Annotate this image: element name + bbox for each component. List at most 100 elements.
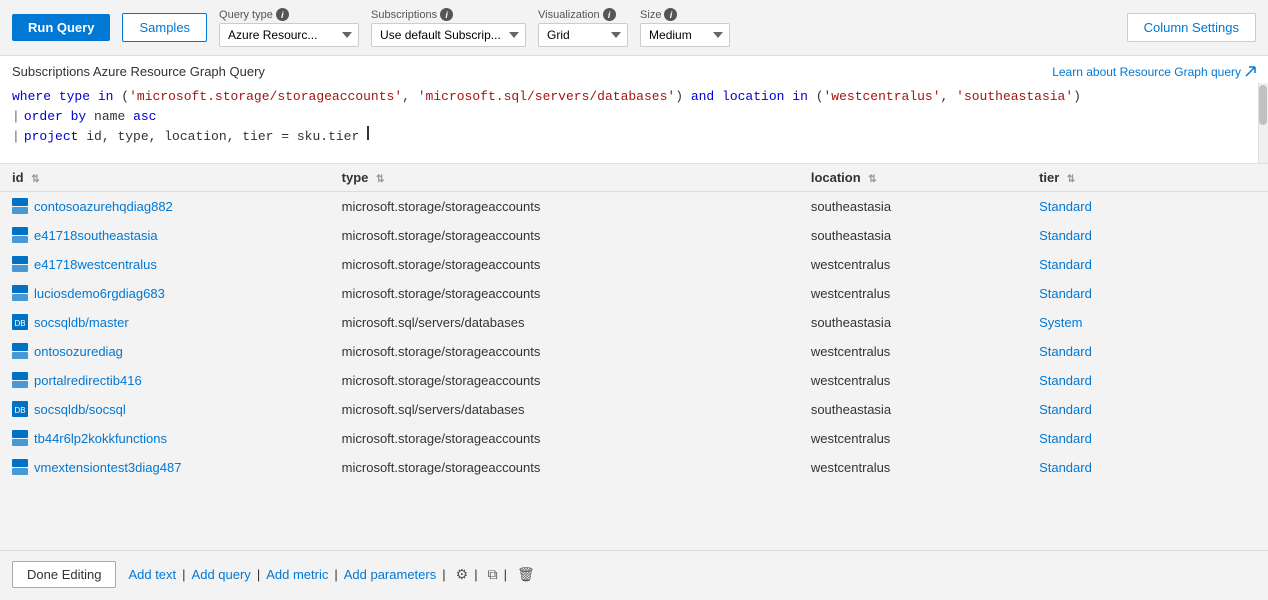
- add-metric-link[interactable]: Add metric: [266, 567, 328, 582]
- id-link[interactable]: ontosozurediag: [34, 344, 123, 359]
- delete-icon[interactable]: 🗑: [517, 566, 535, 583]
- run-query-button[interactable]: Run Query: [12, 14, 110, 41]
- table-row: vmextensiontest3diag487 microsoft.storage…: [0, 453, 1268, 482]
- column-settings-button[interactable]: Column Settings: [1127, 13, 1256, 42]
- sort-icon-id: ⇅: [31, 174, 39, 185]
- tier-cell: Standard: [1027, 395, 1268, 424]
- type-cell: microsoft.storage/storageaccounts: [330, 192, 799, 221]
- toolbar: Run Query Samples Query type i Azure Res…: [0, 0, 1268, 56]
- sort-icon-location: ⇅: [868, 174, 876, 185]
- table-row: DB socsqldb/socsql microsoft.sql/servers/d…: [0, 395, 1268, 424]
- size-label: Size i: [640, 8, 730, 21]
- size-info-icon[interactable]: i: [664, 8, 677, 21]
- storage-icon: [12, 227, 28, 243]
- external-link-icon: [1245, 66, 1256, 77]
- storage-icon: [12, 198, 28, 214]
- row-type-icon: [12, 459, 28, 475]
- tier-link[interactable]: Standard: [1039, 460, 1092, 475]
- done-editing-button[interactable]: Done Editing: [12, 561, 116, 588]
- sep-1: |: [182, 567, 185, 582]
- tier-link[interactable]: System: [1039, 315, 1082, 330]
- tier-link[interactable]: Standard: [1039, 228, 1092, 243]
- type-cell: microsoft.storage/storageaccounts: [330, 250, 799, 279]
- location-cell: westcentralus: [799, 453, 1027, 482]
- id-link[interactable]: contosoazurehqdiag882: [34, 199, 173, 214]
- type-cell: microsoft.storage/storageaccounts: [330, 221, 799, 250]
- row-type-icon: [12, 198, 28, 214]
- tier-link[interactable]: Standard: [1039, 199, 1092, 214]
- editor-scroll-thumb[interactable]: [1259, 85, 1267, 125]
- subscriptions-info-icon[interactable]: i: [440, 8, 453, 21]
- visualization-group: Visualization i Grid: [538, 8, 628, 47]
- col-header-location[interactable]: location ⇅: [799, 164, 1027, 192]
- code-line-2: | order by name asc: [12, 107, 1256, 127]
- tier-link[interactable]: Standard: [1039, 344, 1092, 359]
- sql-icon: DB: [12, 401, 28, 417]
- table-header: id ⇅ type ⇅ location ⇅ tier ⇅: [0, 164, 1268, 192]
- id-link[interactable]: luciosdemo6rgdiag683: [34, 286, 165, 301]
- add-text-link[interactable]: Add text: [128, 567, 176, 582]
- id-link[interactable]: tb44r6lp2kokkfunctions: [34, 431, 167, 446]
- tier-cell: Standard: [1027, 424, 1268, 453]
- type-cell: microsoft.storage/storageaccounts: [330, 279, 799, 308]
- row-type-icon: [12, 285, 28, 301]
- svg-text:DB: DB: [14, 319, 25, 328]
- editor-title: Subscriptions Azure Resource Graph Query: [12, 64, 265, 79]
- editor-header: Subscriptions Azure Resource Graph Query…: [0, 56, 1268, 83]
- sep-2: |: [257, 567, 260, 582]
- table-row: DBsocsqldb/mastermicrosoft.sql/servers/d…: [0, 308, 1268, 337]
- type-cell: microsoft.storage/storageaccounts: [330, 453, 799, 482]
- storage-icon: [12, 256, 28, 272]
- tier-cell: Standard: [1027, 279, 1268, 308]
- location-cell: westcentralus: [799, 337, 1027, 366]
- add-query-link[interactable]: Add query: [192, 567, 251, 582]
- tier-link[interactable]: Standard: [1039, 431, 1092, 446]
- table-row: contosoazurehqdiag882 microsoft.storage/s…: [0, 192, 1268, 221]
- editor-container: Subscriptions Azure Resource Graph Query…: [0, 56, 1268, 164]
- size-select[interactable]: Medium: [640, 23, 730, 47]
- id-link[interactable]: socsqldb/socsql: [34, 402, 126, 417]
- settings-icon[interactable]: ⚙: [456, 566, 469, 583]
- editor-scrollbar[interactable]: [1258, 83, 1268, 163]
- tier-link[interactable]: Standard: [1039, 402, 1092, 417]
- location-cell: westcentralus: [799, 366, 1027, 395]
- samples-button[interactable]: Samples: [122, 13, 207, 42]
- add-parameters-link[interactable]: Add parameters: [344, 567, 437, 582]
- tier-cell: Standard: [1027, 221, 1268, 250]
- query-type-select[interactable]: Azure Resourc...: [219, 23, 359, 47]
- visualization-info-icon[interactable]: i: [603, 8, 616, 21]
- learn-link[interactable]: Learn about Resource Graph query: [1052, 65, 1256, 79]
- query-type-info-icon[interactable]: i: [276, 8, 289, 21]
- location-cell: southeastasia: [799, 192, 1027, 221]
- table-row: e41718southeastasia microsoft.storage/sto…: [0, 221, 1268, 250]
- id-link[interactable]: socsqldb/master: [34, 315, 129, 330]
- col-header-type[interactable]: type ⇅: [330, 164, 799, 192]
- table-body: contosoazurehqdiag882 microsoft.storage/s…: [0, 192, 1268, 482]
- type-cell: microsoft.sql/servers/databases: [330, 395, 799, 424]
- id-link[interactable]: portalredirectib416: [34, 373, 142, 388]
- results-wrapper[interactable]: id ⇅ type ⇅ location ⇅ tier ⇅: [0, 164, 1268, 550]
- type-cell: microsoft.storage/storageaccounts: [330, 337, 799, 366]
- visualization-select[interactable]: Grid: [538, 23, 628, 47]
- tier-link[interactable]: Standard: [1039, 257, 1092, 272]
- location-cell: westcentralus: [799, 250, 1027, 279]
- copy-icon[interactable]: ⧉: [488, 566, 498, 583]
- code-editor[interactable]: where type in ( 'microsoft.storage/stora…: [0, 83, 1268, 163]
- id-link[interactable]: e41718westcentralus: [34, 257, 157, 272]
- col-header-tier[interactable]: tier ⇅: [1027, 164, 1268, 192]
- id-link[interactable]: e41718southeastasia: [34, 228, 158, 243]
- sep-3: |: [334, 567, 337, 582]
- col-header-id[interactable]: id ⇅: [0, 164, 330, 192]
- tier-link[interactable]: Standard: [1039, 286, 1092, 301]
- footer: Done Editing Add text | Add query | Add …: [0, 550, 1268, 598]
- id-link[interactable]: vmextensiontest3diag487: [34, 460, 181, 475]
- tier-cell: Standard: [1027, 366, 1268, 395]
- row-type-icon: [12, 256, 28, 272]
- tier-link[interactable]: Standard: [1039, 373, 1092, 388]
- table-row: tb44r6lp2kokkfunctionsmicrosoft.storage/…: [0, 424, 1268, 453]
- sql-icon: DB: [12, 314, 28, 330]
- subscriptions-select[interactable]: Use default Subscrip...: [371, 23, 526, 47]
- sort-icon-type: ⇅: [376, 174, 384, 185]
- storage-icon: [12, 285, 28, 301]
- location-cell: westcentralus: [799, 279, 1027, 308]
